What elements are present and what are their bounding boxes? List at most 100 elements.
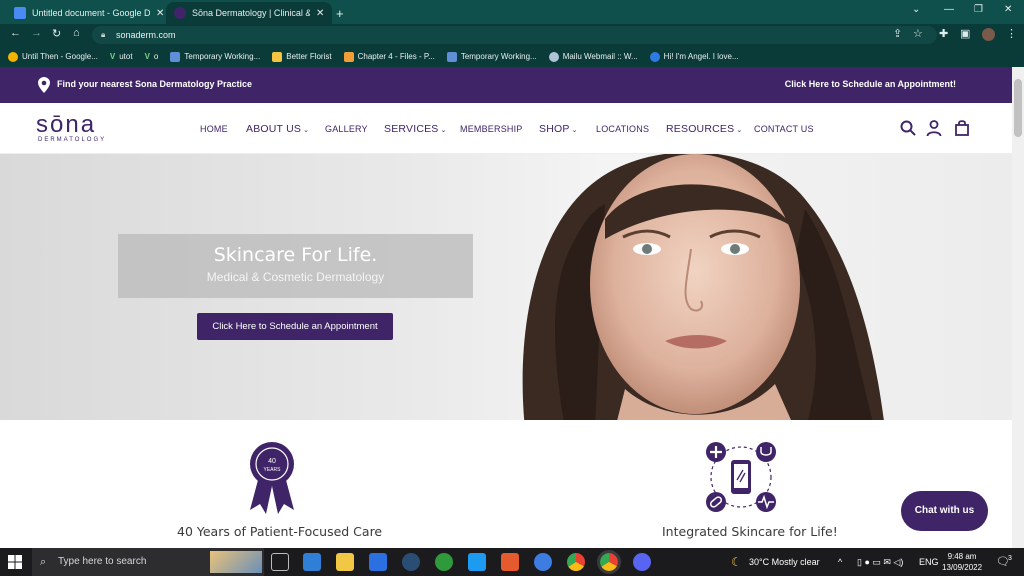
google-docs-icon bbox=[14, 7, 26, 19]
chat-button[interactable]: Chat with us bbox=[901, 491, 988, 531]
steam-icon[interactable] bbox=[402, 553, 420, 571]
menu-icon[interactable]: ⋮ bbox=[1006, 27, 1017, 40]
office-icon[interactable] bbox=[501, 553, 519, 571]
reload-icon[interactable]: ↻ bbox=[52, 27, 61, 40]
clock[interactable]: 9:48 am 13/09/2022 bbox=[942, 551, 982, 573]
bookmark-item[interactable]: Better Florist bbox=[272, 51, 332, 62]
browser-tab-strip: Untitled document - Google Doc ✕ Sōna De… bbox=[0, 0, 1024, 24]
feature-caption-years: 40 Years of Patient-Focused Care bbox=[177, 524, 383, 539]
chevron-up-icon[interactable]: ^ bbox=[838, 548, 842, 576]
mail-app-icon[interactable] bbox=[303, 553, 321, 571]
weather-text[interactable]: 30°C Mostly clear bbox=[749, 548, 820, 576]
bookmark-item[interactable]: Chapter 4 - Files - P... bbox=[343, 51, 435, 62]
clock-time: 9:48 am bbox=[947, 552, 977, 561]
home-icon[interactable]: ⌂ bbox=[73, 27, 80, 39]
tab-sona-dermatology[interactable]: Sōna Dermatology | Clinical & Co ✕ bbox=[166, 2, 333, 24]
side-panel-icon[interactable]: ▣ bbox=[960, 27, 970, 40]
nav-shop[interactable]: SHOP ⌄ bbox=[539, 123, 578, 135]
nav-label: ABOUT US bbox=[246, 123, 302, 135]
chrome-active-icon[interactable] bbox=[597, 550, 621, 574]
hero-banner: Skincare For Life. Medical & Cosmetic De… bbox=[0, 154, 1012, 420]
search-highlight-image bbox=[210, 551, 262, 573]
bookmark-item[interactable]: Until Then - Google... bbox=[8, 51, 98, 62]
integrated-care-icon bbox=[706, 442, 776, 512]
nav-membership[interactable]: MEMBERSHIP bbox=[460, 124, 523, 134]
schedule-appointment-link[interactable]: Click Here to Schedule an Appointment! bbox=[785, 79, 956, 89]
account-icon[interactable] bbox=[925, 119, 943, 137]
close-icon[interactable]: ✕ bbox=[316, 8, 324, 19]
nav-label: RESOURCES bbox=[666, 123, 735, 135]
weather-icon: ☾ bbox=[731, 555, 742, 569]
mail-icon bbox=[548, 51, 559, 62]
c-logo-icon bbox=[649, 51, 660, 62]
new-tab-button[interactable]: + bbox=[328, 2, 352, 24]
search-icon: ⌕ bbox=[40, 556, 47, 568]
nav-resources[interactable]: RESOURCES ⌄ bbox=[666, 123, 742, 135]
page-scrollbar[interactable] bbox=[1012, 67, 1024, 548]
notification-count: 3 bbox=[1008, 555, 1012, 562]
bookmark-star-icon[interactable]: ☆ bbox=[913, 27, 923, 40]
windows-start-icon[interactable] bbox=[8, 555, 22, 569]
bookmark-item[interactable]: Mailu Webmail :: W... bbox=[548, 51, 638, 62]
award-ribbon-icon: 40 YEARS bbox=[250, 442, 294, 514]
tab-title: Untitled document - Google Doc bbox=[32, 8, 150, 18]
site-header: sōna DERMATOLOGY HOME ABOUT US ⌄ GALLERY … bbox=[0, 103, 1012, 154]
hero-headline-box: Skincare For Life. Medical & Cosmetic De… bbox=[118, 234, 473, 298]
taskbar-search-box[interactable]: ⌕ Type here to search bbox=[32, 548, 264, 576]
scrollbar-thumb[interactable] bbox=[1014, 79, 1022, 137]
address-bar[interactable]: 🔒︎ sonaderm.com bbox=[92, 26, 937, 44]
skype-icon[interactable] bbox=[468, 553, 486, 571]
share-icon[interactable]: ⇪ bbox=[893, 27, 902, 40]
bookmark-item[interactable]: Temporary Working... bbox=[446, 51, 537, 62]
tab-search-icon[interactable]: ⌄ bbox=[912, 4, 920, 15]
find-practice-link[interactable]: Find your nearest Sona Dermatology Pract… bbox=[57, 79, 252, 89]
drive-icon bbox=[8, 51, 18, 62]
search-icon[interactable] bbox=[899, 119, 917, 137]
url-text: sonaderm.com bbox=[116, 30, 176, 40]
nav-gallery[interactable]: GALLERY bbox=[325, 124, 368, 134]
browser-toolbar: ← → ↻ ⌂ 🔒︎ sonaderm.com ⇪ ☆ ✚ ▣ ⋮ bbox=[0, 24, 1024, 46]
nav-about-us[interactable]: ABOUT US ⌄ bbox=[246, 123, 309, 135]
chevron-down-icon: ⌄ bbox=[571, 127, 578, 134]
bookmark-item[interactable]: Vutot bbox=[110, 52, 133, 61]
bookmark-item[interactable]: Temporary Working... bbox=[170, 51, 260, 62]
logo-subtitle: DERMATOLOGY bbox=[38, 137, 107, 143]
tab-google-doc[interactable]: Untitled document - Google Doc ✕ bbox=[6, 2, 172, 24]
badge-label: YEARS bbox=[264, 467, 282, 473]
forward-icon[interactable]: → bbox=[31, 27, 42, 39]
task-view-icon[interactable] bbox=[271, 553, 289, 571]
extensions-icon[interactable]: ✚ bbox=[939, 27, 948, 40]
nav-label: SHOP bbox=[539, 123, 570, 135]
site-icon bbox=[170, 51, 181, 62]
xbox-icon[interactable] bbox=[435, 553, 453, 571]
language-indicator[interactable]: ENG bbox=[919, 548, 939, 576]
profile-avatar[interactable] bbox=[982, 28, 995, 41]
nav-contact-us[interactable]: CONTACT US bbox=[754, 124, 814, 134]
feature-caption-integrated: Integrated Skincare for Life! bbox=[662, 524, 838, 539]
window-close-icon[interactable]: ✕ bbox=[1004, 4, 1012, 15]
back-icon[interactable]: ← bbox=[10, 27, 21, 39]
tray-apps-icon[interactable]: ▯ ● ▭ ✉ ◁) bbox=[857, 548, 903, 576]
close-icon[interactable]: ✕ bbox=[156, 8, 164, 19]
zoom-icon[interactable] bbox=[534, 553, 552, 571]
nav-services[interactable]: SERVICES ⌄ bbox=[384, 123, 447, 135]
minimize-icon[interactable]: — bbox=[944, 4, 954, 15]
file-explorer-icon[interactable] bbox=[336, 553, 354, 571]
bookmark-item[interactable]: Vo bbox=[145, 52, 159, 61]
nav-locations[interactable]: LOCATIONS bbox=[596, 124, 649, 134]
site-icon bbox=[446, 51, 457, 62]
nav-home[interactable]: HOME bbox=[200, 124, 228, 134]
sona-logo[interactable]: sōna DERMATOLOGY bbox=[36, 111, 107, 144]
restore-icon[interactable]: ❐ bbox=[974, 4, 983, 15]
announcement-bar: Find your nearest Sona Dermatology Pract… bbox=[0, 67, 1012, 103]
logo-wordmark: sōna bbox=[36, 111, 97, 138]
hero-portrait-image bbox=[522, 154, 884, 420]
discord-icon[interactable] bbox=[633, 553, 651, 571]
cart-icon[interactable] bbox=[953, 119, 971, 137]
sona-favicon-icon bbox=[174, 7, 186, 19]
bookmark-item[interactable]: Hi! I'm Angel. I love... bbox=[649, 51, 739, 62]
dropbox-icon[interactable] bbox=[369, 553, 387, 571]
chrome-icon[interactable] bbox=[567, 553, 585, 571]
schedule-appointment-button[interactable]: Click Here to Schedule an Appointment bbox=[197, 313, 393, 340]
chevron-down-icon: ⌄ bbox=[440, 127, 447, 134]
